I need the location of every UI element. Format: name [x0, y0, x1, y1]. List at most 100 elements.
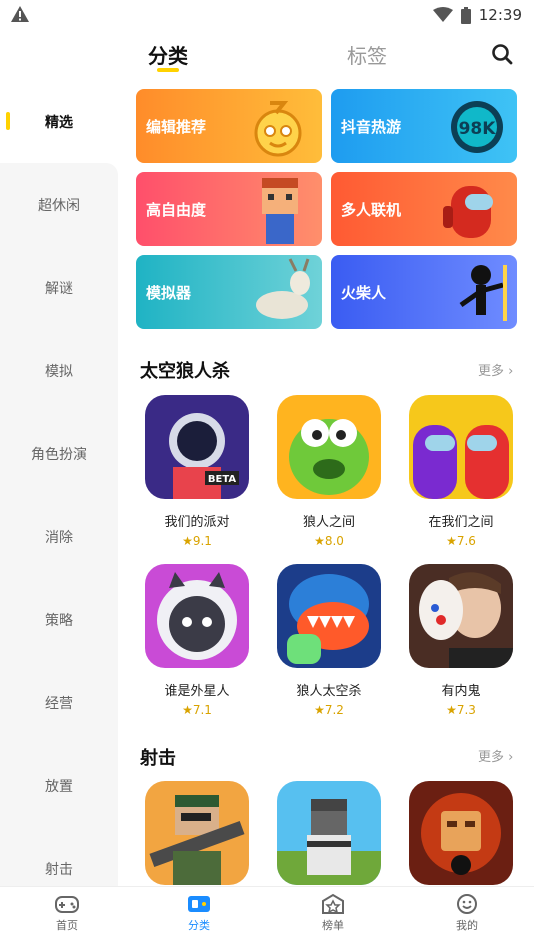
ranking-icon — [322, 893, 344, 914]
game-rating: ★7.2 — [274, 703, 384, 717]
game-card[interactable]: BETA 我们的派对 ★9.1 — [142, 395, 252, 548]
nav-label: 我的 — [456, 919, 478, 932]
game-icon: BETA — [145, 395, 249, 499]
fire-mask-icon — [409, 781, 513, 885]
game-icon — [277, 781, 381, 885]
sidebar-item-strategy[interactable]: 策略 — [0, 578, 118, 661]
chevron-right-icon: › — [508, 364, 514, 379]
crewmates-icon — [409, 395, 513, 499]
rating-value: 7.1 — [192, 703, 212, 717]
nav-profile[interactable]: 我的 — [432, 893, 502, 933]
game-name: 狼人之间 — [302, 515, 355, 530]
tab-underline — [157, 68, 179, 72]
wifi-icon — [432, 7, 453, 22]
star-icon: ★ — [446, 703, 457, 717]
nav-category[interactable]: 分类 — [164, 893, 234, 933]
sidebar: 精选 超休闲 解谜 模拟 角色扮演 消除 策略 经营 放置 射击 — [0, 80, 118, 886]
section-more-link[interactable]: 更多 › — [478, 746, 513, 765]
green-monster-icon — [277, 395, 381, 499]
star-icon: ★ — [182, 534, 193, 548]
sidebar-item-label: 放置 — [45, 778, 73, 795]
game-rating: ★8.0 — [274, 534, 384, 548]
rating-value: 7.2 — [324, 703, 344, 717]
sidebar-item-puzzle[interactable]: 解谜 — [0, 246, 118, 329]
game-icon — [145, 781, 249, 885]
astronaut-icon: BETA — [145, 395, 249, 499]
search-icon[interactable] — [490, 42, 514, 66]
game-card[interactable]: 狼人太空杀 ★7.2 — [274, 564, 384, 717]
game-rating: ★7.1 — [142, 703, 252, 717]
game-icon — [277, 395, 381, 499]
nav-label: 榜单 — [322, 919, 344, 932]
star-icon: ★ — [314, 703, 325, 717]
beta-badge-text: BETA — [208, 474, 236, 485]
game-rating: ★9.1 — [142, 534, 252, 548]
tab-tags[interactable]: 标签 — [347, 40, 387, 69]
card-multiplayer[interactable]: 多人联机 — [331, 172, 517, 246]
rating-value: 8.0 — [324, 534, 344, 548]
card-simulator[interactable]: 模拟器 — [136, 255, 322, 329]
game-name: 我们的派对 — [164, 515, 230, 530]
goat-icon — [256, 258, 310, 319]
card-label: 抖音热游 — [341, 118, 402, 136]
sidebar-item-match[interactable]: 消除 — [0, 495, 118, 578]
sidebar-item-simulation[interactable]: 模拟 — [0, 329, 118, 412]
category-icon — [188, 896, 210, 912]
card-label: 编辑推荐 — [146, 118, 207, 136]
sidebar-item-label: 策略 — [45, 612, 73, 629]
game-card[interactable]: 谁是外星人 ★7.1 — [142, 564, 252, 717]
sidebar-item-label: 超休闲 — [38, 197, 80, 214]
nav-ranking[interactable]: 榜单 — [298, 893, 368, 933]
game-card[interactable]: 有内鬼 ★7.3 — [406, 564, 516, 717]
sidebar-item-roleplay[interactable]: 角色扮演 — [0, 412, 118, 495]
section-title: 射击 — [140, 748, 176, 769]
sidebar-item-management[interactable]: 经营 — [0, 661, 118, 744]
nav-home[interactable]: 首页 — [32, 893, 102, 933]
card-editor-picks[interactable]: 编辑推荐 — [136, 89, 322, 163]
game-card[interactable]: 狼人之间 ★8.0 — [274, 395, 384, 548]
alien-cat-icon — [145, 564, 249, 668]
sidebar-item-featured[interactable]: 精选 — [0, 80, 118, 163]
crewmate-icon — [443, 186, 493, 238]
star-icon: ★ — [182, 703, 193, 717]
sidebar-item-idle[interactable]: 放置 — [0, 744, 118, 827]
tab-category[interactable]: 分类 — [148, 40, 188, 69]
masked-person-icon — [409, 564, 513, 668]
mascot-icon — [254, 101, 302, 157]
blocky-character-icon — [262, 178, 298, 244]
game-name: 有内鬼 — [441, 684, 481, 699]
more-label: 更多 — [478, 750, 505, 765]
star-icon: ★ — [446, 534, 457, 548]
game-name: 狼人太空杀 — [296, 684, 362, 699]
card-label: 火柴人 — [341, 284, 387, 302]
card-open-world[interactable]: 高自由度 — [136, 172, 322, 246]
stickman-icon — [459, 265, 507, 321]
section-more-link[interactable]: 更多 › — [478, 360, 513, 379]
card-douyin-hot[interactable]: 抖音热游 98K — [331, 89, 517, 163]
card-label: 高自由度 — [146, 201, 207, 219]
score-badge-text: 98K — [459, 119, 497, 139]
game-card[interactable] — [142, 781, 252, 885]
warning-icon — [11, 6, 29, 22]
status-right: 12:39 — [432, 3, 522, 27]
more-label: 更多 — [478, 364, 505, 379]
gamepad-icon — [55, 896, 79, 913]
sidebar-item-label: 解谜 — [45, 280, 73, 297]
section-title: 太空狼人杀 — [140, 361, 230, 382]
rating-value: 7.6 — [456, 534, 476, 548]
pixel-soldier-icon — [277, 781, 381, 885]
game-card[interactable] — [406, 781, 516, 885]
game-icon — [409, 781, 513, 885]
chevron-right-icon: › — [508, 750, 514, 765]
game-rating: ★7.3 — [406, 703, 516, 717]
game-card[interactable] — [274, 781, 384, 885]
sidebar-item-hypercasual[interactable]: 超休闲 — [0, 163, 118, 246]
sidebar-item-label: 经营 — [45, 695, 73, 712]
sidebar-item-label: 精选 — [45, 114, 73, 131]
game-icon — [409, 395, 513, 499]
sidebar-item-label: 消除 — [45, 529, 73, 546]
card-stickman[interactable]: 火柴人 — [331, 255, 517, 329]
game-rating: ★7.6 — [406, 534, 516, 548]
game-card[interactable]: 在我们之间 ★7.6 — [406, 395, 516, 548]
card-label: 模拟器 — [146, 284, 192, 302]
